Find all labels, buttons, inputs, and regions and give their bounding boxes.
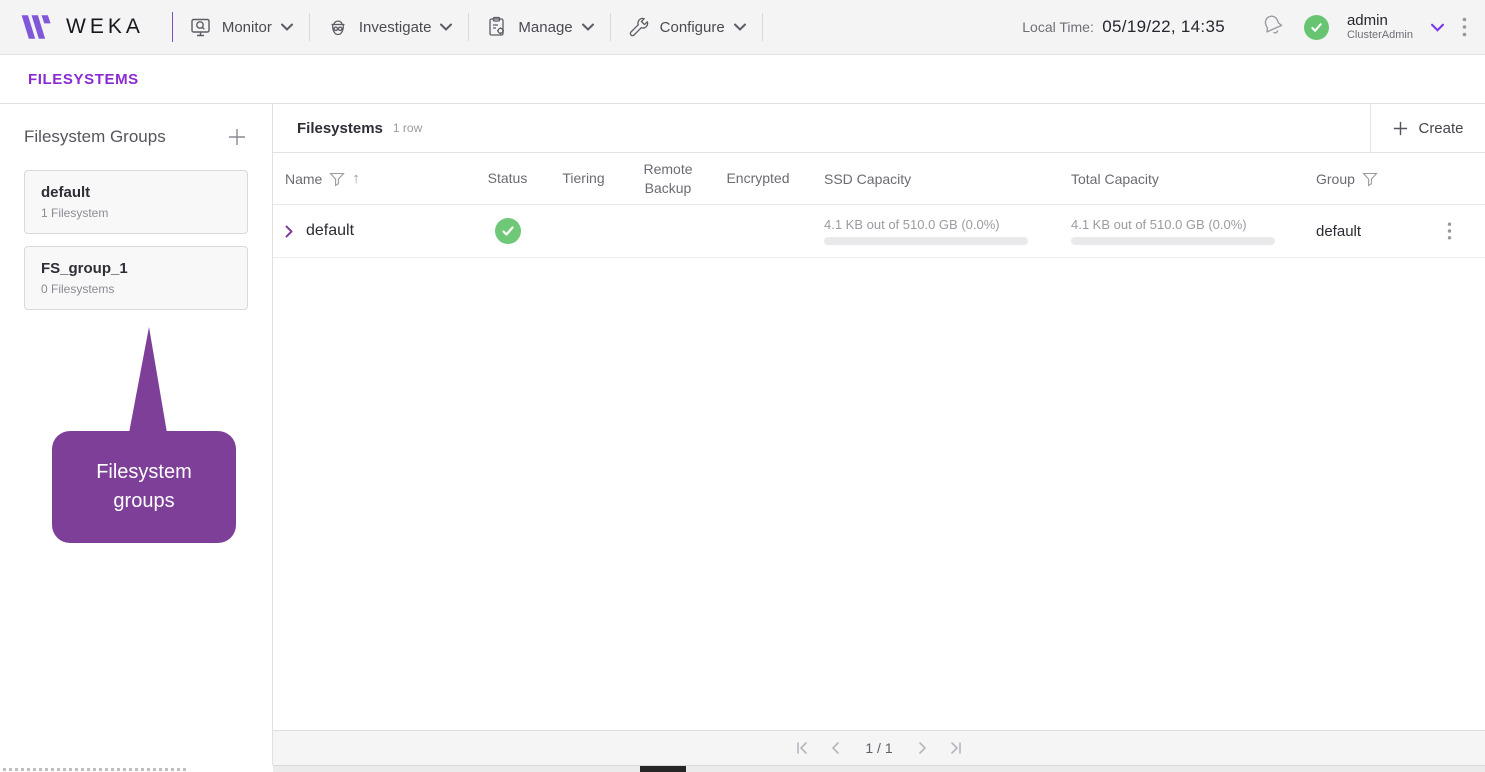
add-group-button[interactable] [226,126,248,148]
plus-icon [1392,120,1409,137]
user-name: admin [1347,12,1413,29]
investigate-icon [326,15,350,39]
filesystem-groups-sidebar: Filesystem Groups default 1 Filesystem F… [0,104,273,765]
column-header-tiering[interactable]: Tiering [544,169,623,187]
column-header-status[interactable]: Status [471,169,544,187]
sidebar-header: Filesystem Groups [0,104,272,158]
filesystems-panel: Filesystems 1 row Create Name ↑ Status T… [273,104,1485,765]
filesystem-row-default[interactable]: default 4.1 KB out of 510.0 GB (0.0%) 4.… [273,205,1485,258]
chevron-down-icon[interactable] [1431,23,1444,32]
previous-page-button[interactable] [829,741,843,755]
nav-item-investigate[interactable]: Investigate [324,15,455,39]
manage-icon [485,15,509,39]
nav-label: Investigate [359,19,432,36]
local-time-label: Local Time: [1022,19,1094,35]
filter-icon[interactable] [1362,171,1378,187]
nav-label: Manage [518,19,572,36]
total-capacity-cell: 4.1 KB out of 510.0 GB (0.0%) [1068,217,1313,245]
monitor-icon [189,15,213,39]
group-subtitle: 0 Filesystems [41,282,231,296]
divider [309,13,310,41]
nav-label: Monitor [222,19,272,36]
column-header-name[interactable]: Name [285,171,322,187]
column-header-total-capacity[interactable]: Total Capacity [1068,171,1313,187]
ssd-capacity-text: 4.1 KB out of 510.0 GB (0.0%) [824,217,1068,232]
panel-header: Filesystems 1 row Create [273,104,1485,153]
empty-table-area [273,258,1485,730]
local-time: Local Time: 05/19/22, 14:35 [1022,17,1225,37]
topbar-right: Local Time: 05/19/22, 14:35 admin Cluste… [1022,11,1467,43]
column-header-group[interactable]: Group [1316,171,1355,187]
create-filesystem-button[interactable]: Create [1370,104,1485,152]
bottom-scrollbar-thumb[interactable] [640,766,686,772]
cluster-health-badge[interactable] [1304,15,1329,40]
group-subtitle: 1 Filesystem [41,206,231,220]
column-header-encrypted[interactable]: Encrypted [713,169,803,187]
sidebar-title: Filesystem Groups [24,127,166,147]
app-window: WEKA Monitor Investigate [0,0,1485,772]
first-page-button[interactable] [795,741,809,755]
divider [610,13,611,41]
pagination-bar: 1 / 1 [273,730,1485,765]
next-page-button[interactable] [915,741,929,755]
page-title-bar: FILESYSTEMS [0,55,1485,104]
group-name: default [41,184,231,201]
chevron-down-icon [281,23,293,31]
status-ok-badge [495,218,521,244]
filesystem-groups-callout: Filesystem groups [52,431,236,543]
plus-icon [226,126,248,148]
row-actions-menu-icon[interactable] [1447,222,1452,240]
ssd-capacity-bar [824,237,1028,245]
top-navbar: WEKA Monitor Investigate [0,0,1485,55]
check-icon [1310,21,1323,34]
notifications-bell-icon[interactable] [1259,11,1286,43]
configure-icon [627,15,651,39]
group-name: FS_group_1 [41,260,231,277]
chevron-down-icon [582,23,594,31]
create-button-label: Create [1418,120,1463,137]
expand-row-chevron-icon[interactable] [285,225,293,238]
nav-item-configure[interactable]: Configure [625,15,748,39]
total-capacity-bar [1071,237,1275,245]
filter-icon[interactable] [329,171,345,187]
page-indicator: 1 / 1 [865,740,892,756]
bottom-edge-strip [0,765,1485,772]
cutoff-artifact [3,768,188,771]
user-role: ClusterAdmin [1347,29,1413,42]
divider [172,12,173,42]
nav-item-manage[interactable]: Manage [483,15,595,39]
filesystem-name: default [306,222,354,240]
nav-item-monitor[interactable]: Monitor [187,15,295,39]
column-header-ssd-capacity[interactable]: SSD Capacity [803,171,1068,187]
chevron-down-icon [734,23,746,31]
content-area: Filesystem Groups default 1 Filesystem F… [0,104,1485,765]
table-header: Name ↑ Status Tiering Remote Backup Encr… [273,153,1485,205]
brand-name: WEKA [66,15,144,39]
group-card-fs-group-1[interactable]: FS_group_1 0 Filesystems [24,246,248,310]
bottom-scrollbar-track[interactable] [273,765,1485,772]
overflow-menu-icon[interactable] [1462,17,1467,37]
local-time-value: 05/19/22, 14:35 [1102,17,1225,36]
panel-title: Filesystems [297,120,383,137]
ssd-capacity-cell: 4.1 KB out of 510.0 GB (0.0%) [803,217,1068,245]
divider [762,13,763,41]
weka-logo[interactable]: WEKA [18,13,144,41]
check-icon [501,224,515,238]
column-header-remote-backup[interactable]: Remote Backup [623,160,713,196]
sort-ascending-icon[interactable]: ↑ [352,170,360,187]
divider [468,13,469,41]
row-count: 1 row [393,121,422,135]
user-menu[interactable]: admin ClusterAdmin [1347,12,1413,42]
group-cell: default [1313,223,1413,240]
bottom-strip-left [0,765,273,772]
total-capacity-text: 4.1 KB out of 510.0 GB (0.0%) [1071,217,1313,232]
chevron-down-icon [440,23,452,31]
nav-label: Configure [660,19,725,36]
weka-logo-icon [18,13,56,41]
callout-text: Filesystem groups [74,458,214,516]
group-card-default[interactable]: default 1 Filesystem [24,170,248,234]
last-page-button[interactable] [949,741,963,755]
page-title: FILESYSTEMS [28,71,139,88]
callout-pointer [116,325,180,440]
